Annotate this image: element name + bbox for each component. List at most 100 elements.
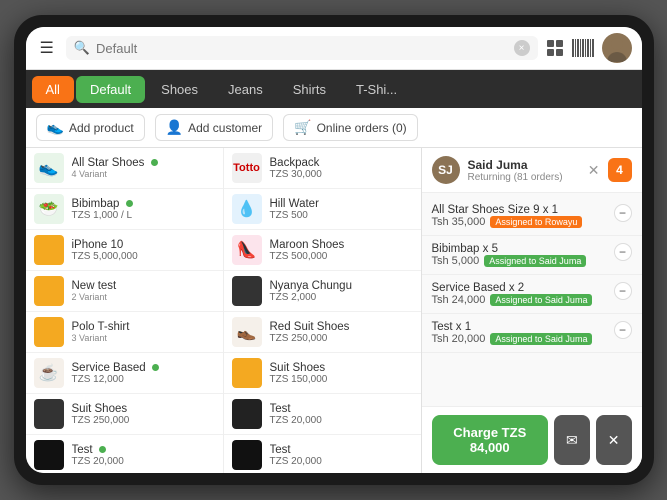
list-item[interactable]: Totto Backpack TZS 30,000 <box>224 148 421 189</box>
tab-jeans[interactable]: Jeans <box>214 76 277 103</box>
add-customer-button[interactable]: 👤 Add customer <box>155 114 273 141</box>
email-button[interactable]: ✉ <box>554 415 590 465</box>
product-thumbnail: 👠 <box>232 235 262 265</box>
list-item[interactable]: 👠 Maroon Shoes TZS 500,000 <box>224 230 421 271</box>
order-item: Bibimbap x 5 Tsh 5,000 Assigned to Said … <box>422 236 642 275</box>
category-tabs: All Default Shoes Jeans Shirts T-Shi... <box>26 70 642 108</box>
product-price: TZS 12,000 <box>72 374 215 385</box>
product-thumbnail <box>232 399 262 429</box>
add-product-button[interactable]: 👟 Add product <box>36 114 145 141</box>
list-item[interactable]: Suit Shoes TZS 150,000 <box>224 353 421 394</box>
product-name: Suit Shoes <box>270 362 413 374</box>
product-status-dot <box>152 364 159 371</box>
list-item[interactable]: Test TZS 20,000 <box>224 394 421 435</box>
product-thumbnail: 🥗 <box>34 194 64 224</box>
list-item[interactable]: Suit Shoes TZS 250,000 <box>26 394 223 435</box>
product-variant: 2 Variant <box>72 292 215 302</box>
qty-decrease-button[interactable]: − <box>614 282 632 300</box>
product-name: All Star Shoes <box>72 157 215 169</box>
product-status-dot <box>99 446 106 453</box>
product-thumbnail: 👞 <box>232 317 262 347</box>
search-input[interactable] <box>96 41 507 56</box>
product-price: TZS 1,000 / L <box>72 210 215 221</box>
list-item[interactable]: 👟 All Star Shoes 4 Variant <box>26 148 223 189</box>
list-item[interactable]: Polo T-shirt 3 Variant <box>26 312 223 353</box>
product-status-dot <box>151 159 158 166</box>
grid-view-icon[interactable] <box>546 39 564 57</box>
order-item-info: Bibimbap x 5 Tsh 5,000 Assigned to Said … <box>432 243 608 267</box>
product-info: Backpack TZS 30,000 <box>270 157 413 180</box>
order-item-price: Tsh 5,000 Assigned to Said Juma <box>432 255 608 267</box>
order-item-badge: Assigned to Said Juma <box>490 294 592 306</box>
product-info: Test TZS 20,000 <box>72 444 215 467</box>
search-box: 🔍 × <box>66 36 538 60</box>
product-name: Nyanya Chungu <box>270 280 413 292</box>
list-item[interactable]: 🥗 Bibimbap TZS 1,000 / L <box>26 189 223 230</box>
product-name: Test <box>72 444 215 456</box>
order-item: Service Based x 2 Tsh 24,000 Assigned to… <box>422 275 642 314</box>
product-name: New test <box>72 280 215 292</box>
qty-decrease-button[interactable]: − <box>614 204 632 222</box>
qty-decrease-button[interactable]: − <box>614 321 632 339</box>
customer-info: Said Juma Returning (81 orders) <box>468 158 580 183</box>
online-orders-button[interactable]: 🛒 Online orders (0) <box>283 114 417 141</box>
order-item-badge: Assigned to Said Juma <box>484 255 586 267</box>
product-price: TZS 500 <box>270 210 413 221</box>
tab-all[interactable]: All <box>32 76 74 103</box>
product-thumbnail <box>34 440 64 470</box>
order-item-badge: Assigned to Rowayu <box>490 216 582 228</box>
product-name: Maroon Shoes <box>270 239 413 251</box>
product-variant: 3 Variant <box>72 333 215 343</box>
product-thumbnail <box>232 276 262 306</box>
list-item[interactable]: New test 2 Variant <box>26 271 223 312</box>
product-price: TZS 150,000 <box>270 374 413 385</box>
product-name: Backpack <box>270 157 413 169</box>
product-price: TZS 250,000 <box>72 415 215 426</box>
barcode-icon[interactable] <box>572 39 594 57</box>
list-item[interactable]: Nyanya Chungu TZS 2,000 <box>224 271 421 312</box>
order-item-name: Bibimbap x 5 <box>432 243 608 255</box>
product-price: TZS 20,000 <box>270 456 413 467</box>
product-thumbnail <box>232 440 262 470</box>
cart-badge: 4 <box>608 158 632 182</box>
list-item[interactable]: iPhone 10 TZS 5,000,000 <box>26 230 223 271</box>
list-item[interactable]: 👞 Red Suit Shoes TZS 250,000 <box>224 312 421 353</box>
product-info: Nyanya Chungu TZS 2,000 <box>270 280 413 303</box>
product-info: Red Suit Shoes TZS 250,000 <box>270 321 413 344</box>
user-avatar[interactable] <box>602 33 632 63</box>
list-item[interactable]: ☕ Service Based TZS 12,000 <box>26 353 223 394</box>
tab-shirts[interactable]: Shirts <box>279 76 340 103</box>
product-info: Test TZS 20,000 <box>270 403 413 426</box>
product-thumbnail: ☕ <box>34 358 64 388</box>
charge-button[interactable]: Charge TZS 84,000 <box>432 415 549 465</box>
product-thumbnail <box>34 235 64 265</box>
cancel-button[interactable]: ✕ <box>596 415 632 465</box>
order-item: Test x 1 Tsh 20,000 Assigned to Said Jum… <box>422 314 642 353</box>
product-thumbnail: 💧 <box>232 194 262 224</box>
search-clear-button[interactable]: × <box>514 40 530 56</box>
product-thumbnail <box>34 276 64 306</box>
tab-tshi[interactable]: T-Shi... <box>342 76 411 103</box>
list-item[interactable]: 💧 Hill Water TZS 500 <box>224 189 421 230</box>
list-item[interactable]: Test TZS 20,000 <box>224 435 421 473</box>
list-item[interactable]: Test TZS 20,000 <box>26 435 223 473</box>
product-name: Service Based <box>72 362 215 374</box>
tab-shoes[interactable]: Shoes <box>147 76 212 103</box>
customer-name: Said Juma <box>468 158 580 172</box>
tablet-frame: ☰ 🔍 × All Default Shoes <box>14 15 654 485</box>
add-customer-label: Add customer <box>188 121 262 135</box>
product-price: TZS 250,000 <box>270 333 413 344</box>
tab-default[interactable]: Default <box>76 76 145 103</box>
customer-close-button[interactable]: ✕ <box>588 162 600 179</box>
order-item-info: All Star Shoes Size 9 x 1 Tsh 35,000 Ass… <box>432 204 608 228</box>
product-name: Polo T-shirt <box>72 321 215 333</box>
order-item-name: All Star Shoes Size 9 x 1 <box>432 204 608 216</box>
product-info: Polo T-shirt 3 Variant <box>72 321 215 343</box>
qty-decrease-button[interactable]: − <box>614 243 632 261</box>
product-info: Service Based TZS 12,000 <box>72 362 215 385</box>
order-item: All Star Shoes Size 9 x 1 Tsh 35,000 Ass… <box>422 197 642 236</box>
order-item-name: Service Based x 2 <box>432 282 608 294</box>
customer-avatar: SJ <box>432 156 460 184</box>
order-item-actions: − <box>614 243 632 261</box>
hamburger-icon[interactable]: ☰ <box>36 36 58 60</box>
